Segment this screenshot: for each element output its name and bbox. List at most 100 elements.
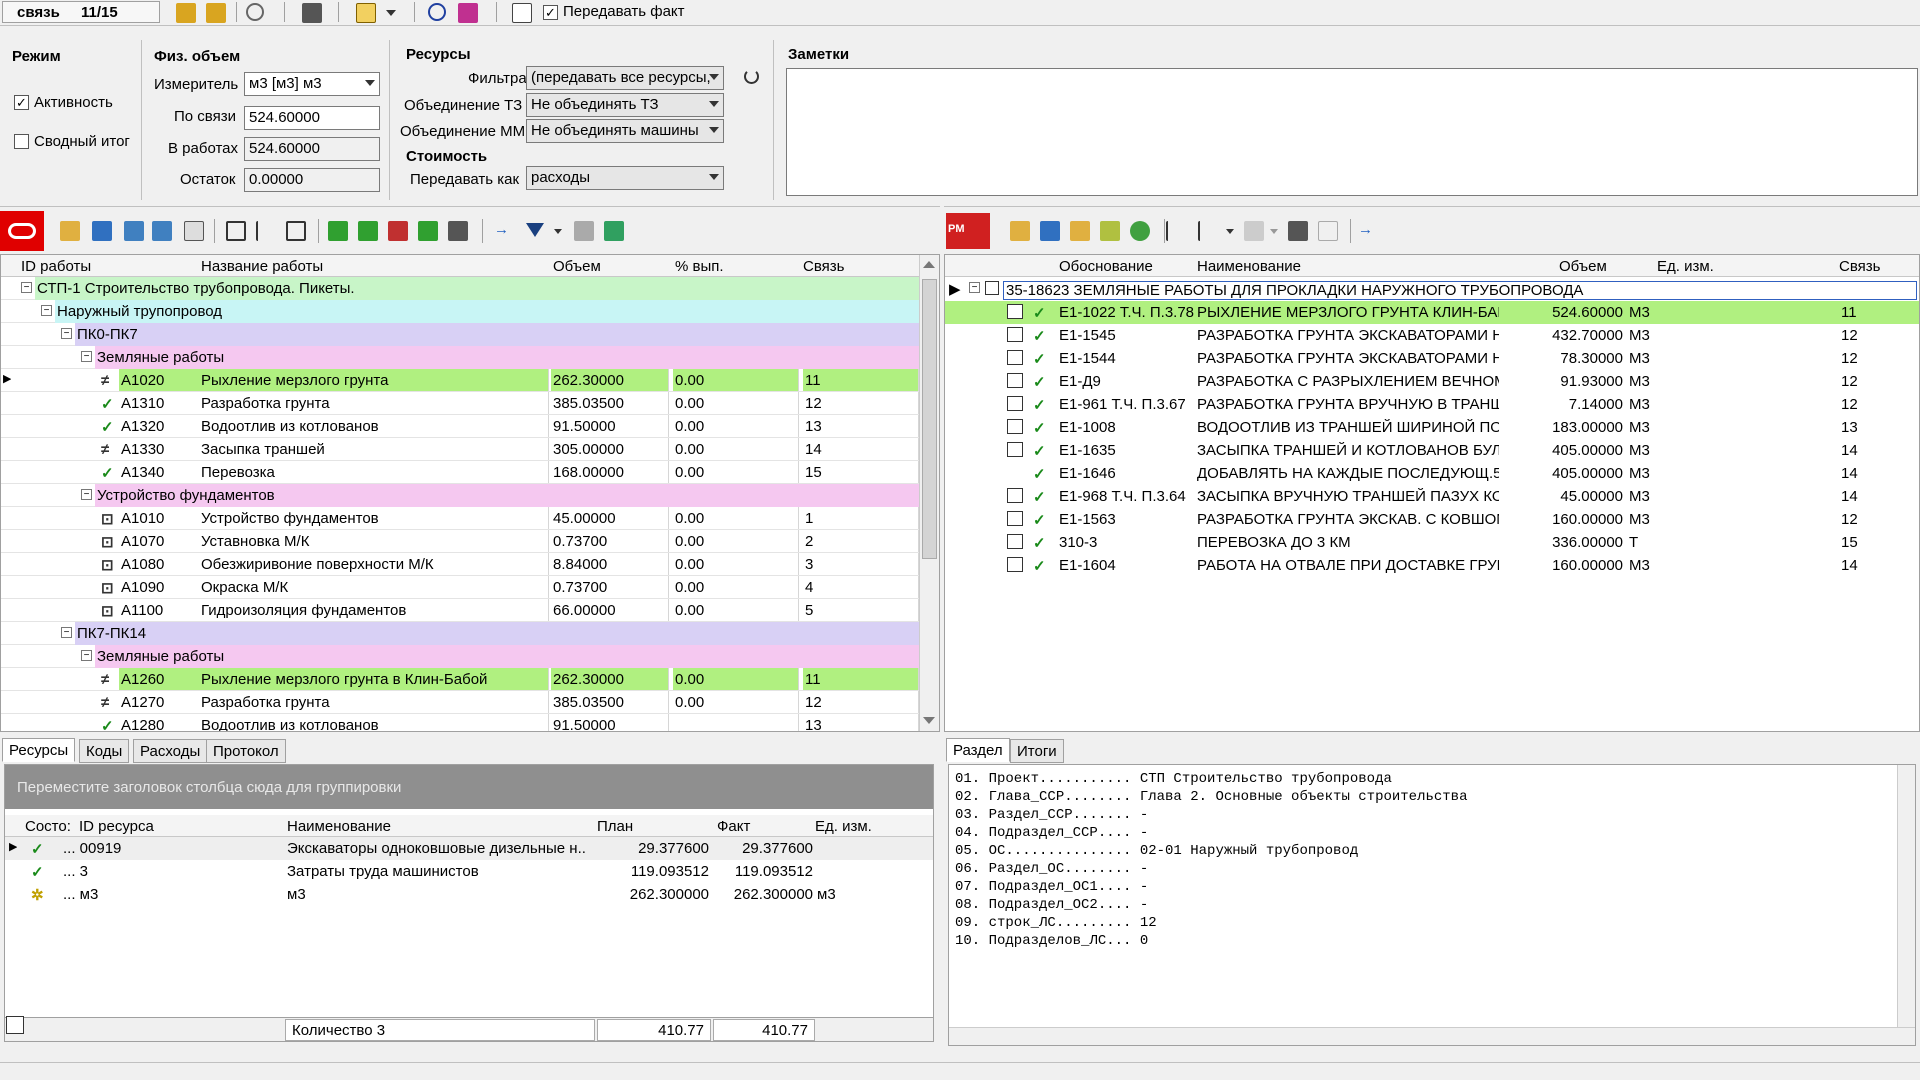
save-icon[interactable] xyxy=(302,3,322,23)
tree-view-icon[interactable] xyxy=(1166,221,1186,241)
work-row[interactable]: ≠ A1270 Разработка грунта 385.03500 0.00 12 xyxy=(1,691,919,714)
collapse-icon[interactable]: − xyxy=(81,489,92,500)
tree-filter-icon[interactable] xyxy=(152,221,172,241)
filter-icon[interactable] xyxy=(526,223,544,237)
tab-protocol[interactable]: Протокол xyxy=(206,739,286,763)
resource-row[interactable]: ✓ ... 3 Затраты труда машинистов 119.093512… xyxy=(5,860,933,883)
col-name[interactable]: Наименование xyxy=(287,818,391,835)
meter-select[interactable]: м3 [м3] м3 xyxy=(244,72,380,96)
tree-dropdown-icon[interactable] xyxy=(1226,229,1234,234)
work-group-row[interactable]: − Устройство фундаментов xyxy=(1,484,919,507)
collapse-icon[interactable]: − xyxy=(969,282,980,293)
col-resource-id[interactable]: ID ресурса xyxy=(79,818,154,835)
work-row[interactable]: ⊡ A1090 Окраска М/К 0.73700 0.00 4 xyxy=(1,576,919,599)
col-unit[interactable]: Ед. изм. xyxy=(815,818,872,835)
sync-icon[interactable] xyxy=(92,221,112,241)
collapse-icon[interactable]: − xyxy=(61,627,72,638)
collapse-icon[interactable]: − xyxy=(81,650,92,661)
filter-refresh-icon[interactable] xyxy=(744,69,759,84)
tab-section[interactable]: Раздел xyxy=(946,738,1010,762)
resource-row[interactable]: ✲... м3 м3 262.300000 262.300000 м3 xyxy=(5,883,933,906)
section-vscrollbar[interactable] xyxy=(1897,765,1915,1027)
remove-link-icon[interactable] xyxy=(1288,221,1308,241)
estimate-row[interactable]: ✓ Е1-968 Т.Ч. П.3.64 ЗАСЫПКА ВРУЧНУЮ ТРАНШ… xyxy=(945,485,1919,508)
filter-select[interactable]: (передавать все ресурсы, xyxy=(526,66,724,90)
info-icon[interactable] xyxy=(428,3,446,21)
book-icon[interactable] xyxy=(458,3,478,23)
work-group-row[interactable]: − Земляные работы xyxy=(1,645,919,668)
add-row-icon[interactable] xyxy=(328,221,348,241)
work-row[interactable]: ⊡ A1010 Устройство фундаментов 45.00000 0.00… xyxy=(1,507,919,530)
work-row[interactable]: ✓ A1280 Водоотлив из котлованов 91.50000 13 xyxy=(1,714,919,731)
col-volume[interactable]: Объем xyxy=(553,258,601,275)
col-link[interactable]: Связь xyxy=(1839,258,1880,275)
work-row[interactable]: ▶ ≠ A1020 Рыхление мерзлого грунта 262.30000… xyxy=(1,369,919,392)
edit-note-icon[interactable] xyxy=(6,1016,24,1034)
sync-icon[interactable] xyxy=(1040,221,1060,241)
work-row[interactable]: ≠ A1330 Засыпка траншей 305.00000 0.00 14 xyxy=(1,438,919,461)
delete-row-icon[interactable] xyxy=(358,221,378,241)
tree-view-icon[interactable] xyxy=(256,221,276,241)
merge-mm-select[interactable]: Не объединять машины xyxy=(526,119,724,143)
filter-dropdown-icon[interactable] xyxy=(554,229,562,234)
col-id[interactable]: ID работы xyxy=(21,258,91,275)
work-row[interactable]: ⊡ A1080 Обезжиривоние поверхности М/К 8.840… xyxy=(1,553,919,576)
estimate-row[interactable]: ✓ Е1-1646 ДОБАВЛЯТЬ НА КАЖДЫЕ ПОСЛЕДУЮЩ.5М… xyxy=(945,462,1919,485)
folder-icon[interactable] xyxy=(1070,221,1090,241)
collapse-icon[interactable]: − xyxy=(81,351,92,362)
work-row[interactable]: ✓ A1320 Водоотлив из котлованов 91.50000 0.0… xyxy=(1,415,919,438)
chart-icon[interactable] xyxy=(512,3,532,23)
settings-gray-icon[interactable] xyxy=(574,221,594,241)
section-text-area[interactable]: 01. Проект........... СТП Строительство … xyxy=(948,764,1916,1046)
tab-expenses[interactable]: Расходы xyxy=(133,739,208,763)
open-folder-icon[interactable] xyxy=(60,221,80,241)
folder-green-icon[interactable] xyxy=(1100,221,1120,241)
works-grid-scrollbar[interactable] xyxy=(919,255,939,731)
work-group-row[interactable]: − СТП-1 Строительство трубопровода. Пикет… xyxy=(1,277,919,300)
tree-expand-icon[interactable] xyxy=(124,221,144,241)
gear-green-icon[interactable] xyxy=(1130,221,1150,241)
work-group-row[interactable]: − Наружный трупопровод xyxy=(1,300,919,323)
summary-checkbox[interactable] xyxy=(14,134,29,149)
notes-textarea[interactable] xyxy=(786,68,1918,196)
collapse-icon[interactable]: − xyxy=(61,328,72,339)
collapse-icon[interactable]: − xyxy=(21,282,32,293)
work-row[interactable]: ⊡ A1070 Уставновка М/К 0.73700 0.00 2 xyxy=(1,530,919,553)
collapse-icon[interactable]: − xyxy=(41,305,52,316)
move-row-icon[interactable] xyxy=(418,221,438,241)
estimate-row[interactable]: ✓ Е1-1563 РАЗРАБОТКА ГРУНТА ЭКСКАВ. С КОВШ… xyxy=(945,508,1919,531)
transfer-fact-checkbox[interactable]: ✓ xyxy=(543,5,558,20)
col-plan[interactable]: План xyxy=(597,818,633,835)
tab-codes[interactable]: Коды xyxy=(79,739,130,763)
grid-icon[interactable] xyxy=(184,221,204,241)
settings-green-icon[interactable] xyxy=(604,221,624,241)
open-folder-icon[interactable] xyxy=(1010,221,1030,241)
col-link[interactable]: Связь xyxy=(803,258,844,275)
work-row[interactable]: ✓ A1310 Разработка грунта 385.03500 0.00 12 xyxy=(1,392,919,415)
col-name[interactable]: Название работы xyxy=(201,258,323,275)
group-by-area[interactable]: Переместите заголовок столбца сюда для г… xyxy=(5,765,933,809)
merge-tz-select[interactable]: Не объединять ТЗ xyxy=(526,93,724,117)
work-row[interactable]: ⊡ A1100 Гидроизоляция фундаментов 66.00000 0… xyxy=(1,599,919,622)
estimate-row[interactable]: ✓ Е1-1545 РАЗРАБОТКА ГРУНТА ЭКСКАВАТОРАМИ … xyxy=(945,324,1919,347)
columns-icon[interactable] xyxy=(286,221,306,241)
col-basis[interactable]: Обоснование xyxy=(1059,258,1153,275)
resource-row[interactable]: ▶ ✓ ... 00919 Экскаваторы одноковшовые дизе… xyxy=(5,837,933,860)
work-row[interactable]: ≠ A1260 Рыхление мерзлого грунта в Клин-Ба… xyxy=(1,668,919,691)
work-group-row[interactable]: − Земляные работы xyxy=(1,346,919,369)
col-name[interactable]: Наименование xyxy=(1197,258,1301,275)
tree-sum-icon[interactable] xyxy=(1198,221,1218,241)
by-link-field[interactable]: 524.60000 xyxy=(244,106,380,130)
estimate-row[interactable]: ✓ 310-3 ПЕРЕВОЗКА ДО 3 КМ 336.00000 Т 15 xyxy=(945,531,1919,554)
col-status[interactable]: Состо: xyxy=(25,818,71,835)
pass-as-select[interactable]: расходы xyxy=(526,166,724,190)
activity-checkbox[interactable]: ✓ xyxy=(14,95,29,110)
delete-red-icon[interactable] xyxy=(388,221,408,241)
col-fact[interactable]: Факт xyxy=(717,818,750,835)
hand-up-icon[interactable] xyxy=(176,3,196,23)
indent-icon[interactable]: → xyxy=(1358,221,1378,241)
estimate-row[interactable]: ✓ Е1-1022 Т.Ч. П.3.78 РЫХЛЕНИЕ МЕРЗЛОГО ГР… xyxy=(945,301,1919,324)
estimate-row[interactable]: ✓ Е1-1008 ВОДООТЛИВ ИЗ ТРАНШЕЙ ШИРИНОЙ ПО … xyxy=(945,416,1919,439)
col-unit[interactable]: Ед. изм. xyxy=(1657,258,1714,275)
col-volume[interactable]: Объем xyxy=(1559,258,1607,275)
